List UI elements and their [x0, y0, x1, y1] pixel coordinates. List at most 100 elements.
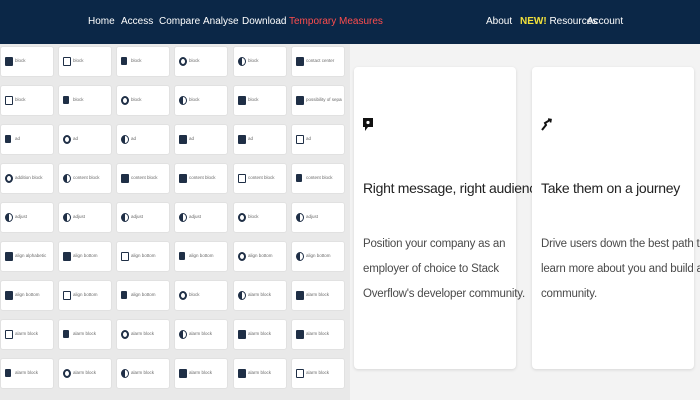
nav-download[interactable]: Download: [242, 0, 286, 44]
symbol-icon: [179, 330, 187, 339]
icon-card[interactable]: block: [233, 46, 287, 77]
icon-card[interactable]: adjust: [174, 202, 228, 233]
icon-card[interactable]: block: [0, 85, 54, 116]
icon-card[interactable]: alarm block: [116, 358, 170, 389]
icon-card[interactable]: adjust: [58, 202, 112, 233]
icon-card-label: alarm block: [15, 370, 39, 375]
new-badge: NEW!: [520, 16, 547, 27]
icon-card[interactable]: alarm block: [0, 358, 54, 389]
icon-card-label: addition block: [15, 175, 43, 180]
nav-access[interactable]: Access: [121, 0, 153, 44]
icon-card[interactable]: alarm block: [233, 319, 287, 350]
chat-bubble-icon: [363, 118, 373, 131]
icon-card[interactable]: content block: [58, 163, 112, 194]
icon-card[interactable]: alarm block: [116, 319, 170, 350]
icon-card-label: block: [131, 58, 142, 63]
icon-card[interactable]: alarm block: [291, 358, 345, 389]
icon-card[interactable]: block: [116, 46, 170, 77]
icon-card[interactable]: addition block: [0, 163, 54, 194]
symbol-icon: [63, 369, 71, 378]
icon-card-label: alarm block: [73, 331, 97, 336]
icon-card-label: block: [248, 214, 259, 219]
icon-card-label: align bottom: [248, 253, 273, 258]
symbol-icon: [238, 330, 246, 339]
symbol-icon: [296, 369, 304, 378]
nav-compare[interactable]: Compare: [159, 0, 200, 44]
icon-card[interactable]: block: [58, 85, 112, 116]
icon-card[interactable]: block: [58, 46, 112, 77]
icon-card-label: align bottom: [131, 292, 156, 297]
icon-card[interactable]: align bottom: [58, 241, 112, 272]
icon-card[interactable]: ad: [233, 124, 287, 155]
icon-card[interactable]: contact center: [291, 46, 345, 77]
icon-card[interactable]: alarm block: [174, 358, 228, 389]
icon-card[interactable]: block: [0, 46, 54, 77]
nav-account[interactable]: Account: [587, 0, 623, 44]
icon-card[interactable]: align bottom: [116, 241, 170, 272]
icon-card[interactable]: alarm block: [58, 358, 112, 389]
icon-card[interactable]: block: [116, 85, 170, 116]
symbol-icon: [63, 330, 69, 338]
icon-card-label: block: [131, 97, 142, 102]
nav-resources[interactable]: NEW! Resources: [520, 0, 597, 44]
icon-card[interactable]: alarm block: [291, 280, 345, 311]
icon-card[interactable]: align bottom: [291, 241, 345, 272]
icon-card[interactable]: alarm block: [291, 319, 345, 350]
symbol-icon: [179, 369, 187, 378]
icon-card[interactable]: adjust: [0, 202, 54, 233]
symbol-icon: [179, 96, 187, 105]
icon-card[interactable]: align bottom: [174, 241, 228, 272]
icon-card[interactable]: alarm block: [174, 319, 228, 350]
icon-card[interactable]: alarm block: [58, 319, 112, 350]
icon-card[interactable]: adjust: [116, 202, 170, 233]
icon-card[interactable]: block: [174, 280, 228, 311]
icon-card-label: alarm block: [73, 370, 97, 375]
icon-card[interactable]: ad: [116, 124, 170, 155]
icon-card[interactable]: align bottom: [58, 280, 112, 311]
symbol-icon: [296, 330, 304, 339]
icon-card[interactable]: ad: [174, 124, 228, 155]
icon-card[interactable]: align bottom: [233, 241, 287, 272]
icon-card-label: align bottom: [73, 292, 98, 297]
icon-card[interactable]: block: [233, 202, 287, 233]
icon-card[interactable]: content block: [174, 163, 228, 194]
nav-temporary-measures[interactable]: Temporary Measures: [289, 0, 383, 44]
nav-about[interactable]: About: [486, 0, 512, 44]
nav-home[interactable]: Home: [88, 0, 115, 44]
icon-card-label: adjust: [306, 214, 319, 219]
icon-card-label: contact center: [306, 58, 335, 63]
icon-card[interactable]: content block: [291, 163, 345, 194]
icon-card-label: alarm block: [15, 331, 39, 336]
icon-card-label: content block: [306, 175, 333, 180]
icon-card[interactable]: ad: [291, 124, 345, 155]
icon-card-label: alarm block: [306, 292, 330, 297]
icon-card-label: block: [189, 97, 200, 102]
icon-card[interactable]: block: [174, 85, 228, 116]
promo-body: Position your company as an employer of …: [363, 238, 525, 300]
icon-card[interactable]: block: [174, 46, 228, 77]
icon-grid-panel: block block block block block contact center b…: [0, 44, 350, 400]
symbol-icon: [121, 96, 129, 105]
icon-card[interactable]: content block: [233, 163, 287, 194]
icon-card[interactable]: ad: [58, 124, 112, 155]
icon-card-label: align bottom: [15, 292, 40, 297]
symbol-icon: [121, 330, 129, 339]
icon-card[interactable]: align bottom: [116, 280, 170, 311]
promo-card-audience: Right message, right audience Position y…: [354, 67, 544, 369]
icon-card-label: align bottom: [73, 253, 98, 258]
icon-card[interactable]: adjust: [291, 202, 345, 233]
icon-card[interactable]: alarm block: [233, 280, 287, 311]
icon-card[interactable]: alarm block: [0, 319, 54, 350]
symbol-icon: [179, 252, 185, 260]
icon-card-label: alarm block: [189, 370, 213, 375]
icon-card[interactable]: ad: [0, 124, 54, 155]
icon-card[interactable]: block: [233, 85, 287, 116]
nav-analyse[interactable]: Analyse: [203, 0, 239, 44]
icon-card[interactable]: align alphabetic: [0, 241, 54, 272]
symbol-icon: [238, 213, 246, 222]
icon-card[interactable]: possibility of separated: [291, 85, 345, 116]
icon-card[interactable]: content block: [116, 163, 170, 194]
symbol-icon: [121, 57, 127, 65]
icon-card[interactable]: align bottom: [0, 280, 54, 311]
icon-card[interactable]: alarm block: [233, 358, 287, 389]
